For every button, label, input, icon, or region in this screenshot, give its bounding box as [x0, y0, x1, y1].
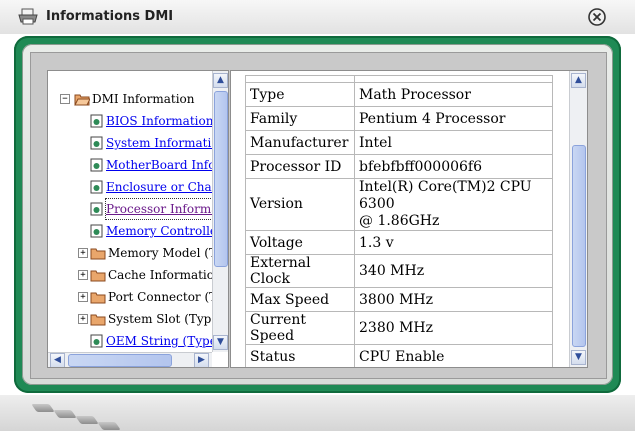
- scroll-left-button[interactable]: ◀: [50, 353, 65, 367]
- property-value: Intel(R) Core(TM)2 CPU 6300 @ 1.86GHz: [354, 178, 553, 231]
- scroll-down-button[interactable]: ▼: [571, 350, 586, 365]
- document-gear-icon: [90, 202, 103, 216]
- property-name: Manufacturer: [245, 130, 355, 155]
- table-row: Type Math Processor: [245, 82, 553, 107]
- properties-panel: Type Math Processor Family Pentium 4 Proce…: [230, 70, 588, 368]
- version-line-2: @ 1.86GHz: [359, 213, 440, 229]
- horizontal-scroll-thumb[interactable]: [68, 354, 172, 367]
- tree-item-label[interactable]: System Information (Type1): [106, 133, 228, 153]
- table-row: Version Intel(R) Core(TM)2 CPU 6300 @ 1.86…: [245, 178, 553, 231]
- scroll-thumb[interactable]: [572, 145, 586, 347]
- tree-item-label[interactable]: BIOS Information (Type0): [106, 111, 228, 131]
- title-bar[interactable]: Informations DMI: [0, 0, 635, 34]
- version-line-1: Intel(R) Core(TM)2 CPU 6300: [359, 179, 532, 212]
- table-row-partial: [245, 75, 553, 83]
- document-gear-icon: [90, 136, 103, 150]
- tree-item-label[interactable]: Memory Controller (Type5): [106, 221, 228, 241]
- property-name: Status: [245, 344, 355, 367]
- tree-root-label: DMI Information: [92, 92, 195, 106]
- property-value: Pentium 4 Processor: [354, 106, 553, 131]
- open-folder-icon: [74, 94, 90, 106]
- printer-icon: [18, 8, 38, 26]
- document-gear-icon: [90, 180, 103, 194]
- bottom-bar: [0, 395, 635, 431]
- table-row: Voltage 1.3 v: [245, 230, 553, 255]
- table-row: Family Pentium 4 Processor: [245, 106, 553, 131]
- property-name: Family: [245, 106, 355, 131]
- document-gear-icon: [90, 334, 103, 348]
- collapse-icon[interactable]: −: [60, 94, 70, 104]
- property-name: Version: [245, 178, 355, 231]
- close-icon[interactable]: [587, 7, 607, 27]
- properties-table: Type Math Processor Family Pentium 4 Proce…: [245, 75, 553, 367]
- expand-icon[interactable]: +: [78, 248, 88, 258]
- tree-vertical-scrollbar[interactable]: ▲ ▼: [212, 71, 228, 352]
- expand-icon[interactable]: +: [78, 314, 88, 324]
- tree-item-label[interactable]: Enclosure or Chassis: [106, 177, 228, 197]
- folder-icon: [90, 314, 106, 326]
- expand-icon[interactable]: +: [78, 292, 88, 302]
- property-name: Current Speed: [245, 311, 355, 345]
- table-vertical-scrollbar[interactable]: ▲ ▼: [569, 71, 587, 367]
- property-name: Processor ID: [245, 154, 355, 179]
- tree-item-label-selected[interactable]: Processor Information: [105, 198, 228, 220]
- table-row: Current Speed 2380 MHz: [245, 311, 553, 345]
- property-value: Math Processor: [354, 82, 553, 107]
- folder-icon: [90, 292, 106, 304]
- tree-item-label[interactable]: OEM String (Type11): [106, 331, 228, 351]
- tree-item-label[interactable]: Cache Information (Type7): [108, 265, 228, 285]
- scroll-thumb[interactable]: [214, 91, 228, 267]
- property-value: 2380 MHz: [354, 311, 553, 345]
- property-name: External Clock: [245, 254, 355, 288]
- expand-icon[interactable]: +: [78, 270, 88, 280]
- document-gear-icon: [90, 224, 103, 238]
- folder-icon: [90, 270, 106, 282]
- document-gear-icon: [90, 114, 103, 128]
- table-row: Manufacturer Intel: [245, 130, 553, 155]
- tree-item-label[interactable]: MotherBoard Information: [106, 155, 228, 175]
- tree-item-label[interactable]: Port Connector (Type8): [108, 287, 228, 307]
- table-row: External Clock 340 MHz: [245, 254, 553, 288]
- scroll-right-button[interactable]: ▶: [194, 353, 209, 367]
- table-row: Processor ID bfebfbff000006f6: [245, 154, 553, 179]
- property-value: CPU Enable: [354, 344, 553, 367]
- table-row: Max Speed 3800 MHz: [245, 287, 553, 312]
- tree-horizontal-scrollbar[interactable]: ◀ ▶: [48, 352, 212, 367]
- property-name: Type: [245, 82, 355, 107]
- property-name: Voltage: [245, 230, 355, 255]
- folder-icon: [90, 248, 106, 260]
- property-value: 1.3 v: [354, 230, 553, 255]
- property-value: Intel: [354, 130, 553, 155]
- dmi-tree-panel: − DMI Information BIOS Information (Type…: [47, 70, 229, 368]
- scroll-up-button[interactable]: ▲: [213, 73, 228, 88]
- property-value: bfebfbff000006f6: [354, 154, 553, 179]
- property-value: 3800 MHz: [354, 287, 553, 312]
- scroll-down-button[interactable]: ▼: [213, 335, 228, 350]
- property-name: Max Speed: [245, 287, 355, 312]
- property-value: 340 MHz: [354, 254, 553, 288]
- window-title: Informations DMI: [46, 9, 174, 24]
- tree-item-label[interactable]: Memory Model (Type6): [108, 243, 228, 263]
- scroll-up-button[interactable]: ▲: [571, 73, 586, 88]
- tree-item-label[interactable]: System Slot (Type9): [108, 309, 228, 329]
- table-row: Status CPU Enable: [245, 344, 553, 367]
- document-gear-icon: [90, 158, 103, 172]
